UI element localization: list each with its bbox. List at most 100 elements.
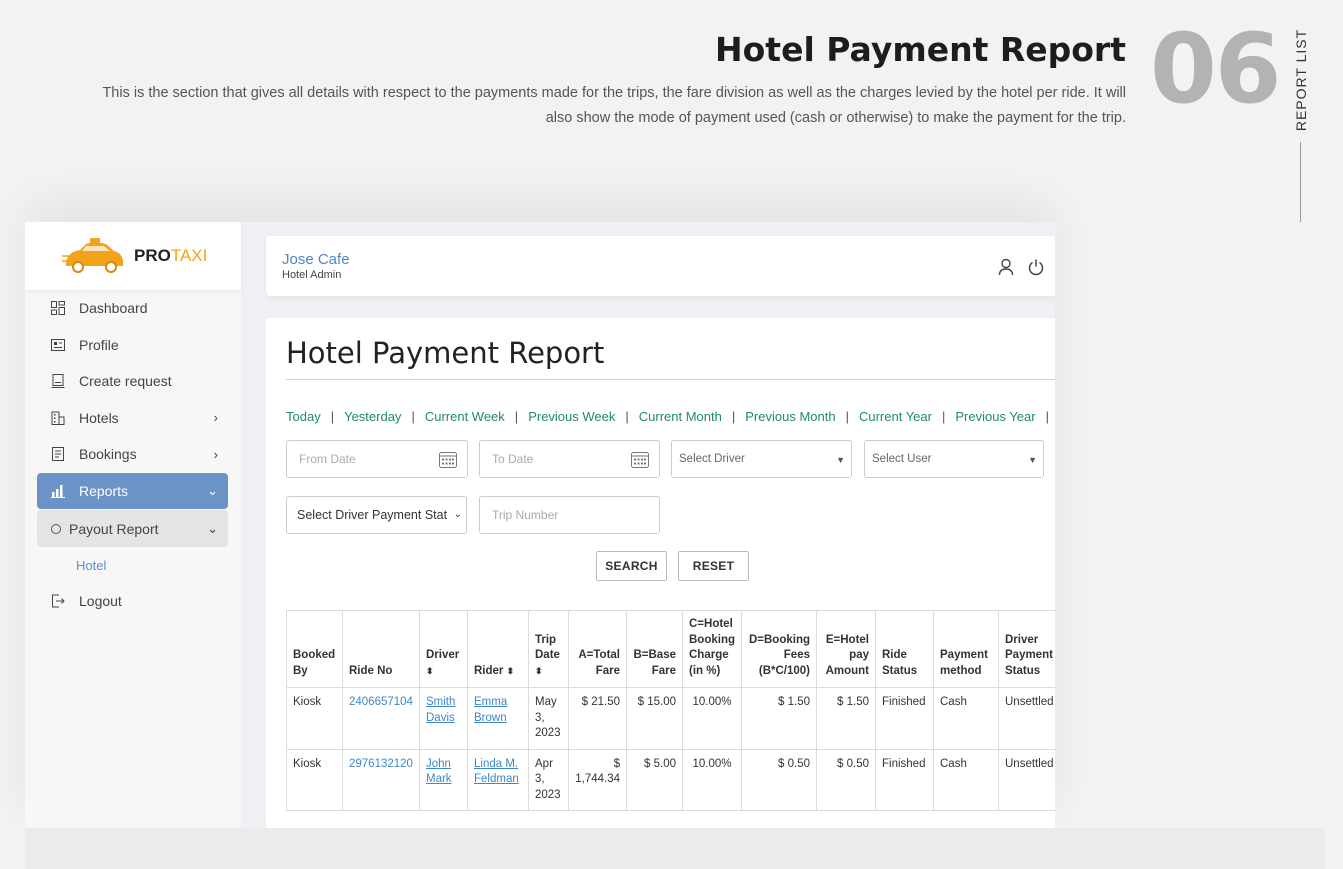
taxi-car-icon xyxy=(62,238,123,273)
sidebar-item-hotel[interactable]: Hotel xyxy=(37,547,228,583)
power-icon[interactable] xyxy=(1028,258,1044,276)
col-trip-date-label: Trip Date xyxy=(535,633,560,662)
filter-current-week[interactable]: Current Week xyxy=(425,409,505,424)
col-ride-status[interactable]: Ride Status xyxy=(875,610,934,688)
col-booking-fees[interactable]: D=Booking Fees (B*C/100) xyxy=(741,610,817,688)
cell-driver: Smith Davis xyxy=(419,687,468,750)
chevron-right-icon: › xyxy=(213,410,218,426)
sidebar: PROTAXI Dashboard Profile Create request… xyxy=(25,222,241,828)
col-pay-amount[interactable]: E=Hotel pay Amount xyxy=(816,610,876,688)
separator: | xyxy=(941,409,946,424)
top-bar: Jose Cafe Hotel Admin xyxy=(266,236,1055,296)
col-total-fare[interactable]: A=Total Fare xyxy=(568,610,627,688)
sidebar-item-create-request[interactable]: Create request xyxy=(37,363,228,400)
cell-booking-charge: 10.00% xyxy=(682,748,742,811)
profile-card-icon xyxy=(51,338,65,351)
ride-no-link[interactable]: 2976132120 xyxy=(342,748,420,811)
sidebar-item-bookings[interactable]: Bookings › xyxy=(37,436,228,473)
rider-link[interactable]: Linda M. Feldman xyxy=(474,758,519,786)
filter-current-month[interactable]: Current Month xyxy=(639,409,722,424)
rider-link[interactable]: Emma Brown xyxy=(474,696,507,724)
sidebar-item-label: Profile xyxy=(79,336,119,353)
payment-table: Booked By Ride No Driver ⬍ Rider ⬍ Trip D… xyxy=(286,610,1055,811)
cell-driver-payment-status: Unsettled xyxy=(998,748,1055,811)
sidebar-item-payout-report[interactable]: Payout Report ⌄ xyxy=(37,510,228,547)
to-date-field[interactable]: To Date xyxy=(479,440,660,478)
cell-payment-method: Cash xyxy=(933,748,999,811)
col-payment-method[interactable]: Payment method xyxy=(933,610,999,688)
separator: | xyxy=(330,409,335,424)
filter-previous-week[interactable]: Previous Week xyxy=(528,409,615,424)
divider xyxy=(286,379,1055,380)
caret-down-icon: ▼ xyxy=(1028,455,1037,465)
logo[interactable]: PROTAXI xyxy=(25,222,241,290)
table-header-row: Booked By Ride No Driver ⬍ Rider ⬍ Trip D… xyxy=(286,610,1055,688)
sidebar-item-hotels[interactable]: Hotels › xyxy=(37,400,228,437)
driver-select[interactable]: Select Driver ▼ xyxy=(671,440,852,478)
cell-pay-amount: $ 1.50 xyxy=(816,687,876,750)
create-request-icon xyxy=(51,374,65,389)
from-date-placeholder: From Date xyxy=(299,452,356,466)
driver-select-value: Select Driver xyxy=(679,453,745,465)
cell-booked-by: Kiosk xyxy=(286,748,343,811)
col-driver-payment-status[interactable]: Driver Payment Status xyxy=(998,610,1055,688)
calendar-icon[interactable] xyxy=(631,451,649,468)
cell-trip-date: Apr 3, 2023 xyxy=(528,748,569,811)
sidebar-item-profile[interactable]: Profile xyxy=(37,327,228,364)
filter-previous-year[interactable]: Previous Year xyxy=(955,409,1035,424)
col-rider[interactable]: Rider ⬍ xyxy=(467,610,529,688)
sidebar-nav: Dashboard Profile Create request Hotels … xyxy=(37,290,228,620)
reflection-strip xyxy=(25,828,1325,869)
search-button[interactable]: SEARCH xyxy=(596,551,667,581)
circle-icon xyxy=(51,523,61,534)
to-date-placeholder: To Date xyxy=(492,452,534,466)
section-label-text: REPORT LIST xyxy=(1293,28,1309,132)
report-card: Hotel Payment Report Today | Yesterday | C… xyxy=(266,318,1055,828)
user-select[interactable]: Select User ▼ xyxy=(864,440,1044,478)
reset-button[interactable]: RESET xyxy=(678,551,749,581)
sort-icon[interactable]: ⬍ xyxy=(535,666,543,676)
col-base-fare[interactable]: B=Base Fare xyxy=(626,610,683,688)
filter-today[interactable]: Today xyxy=(286,409,321,424)
ride-no-link[interactable]: 2406657104 xyxy=(342,687,420,750)
sidebar-item-label: Reports xyxy=(79,482,129,499)
filter-current-year[interactable]: Current Year xyxy=(859,409,932,424)
app-window: PROTAXI Dashboard Profile Create request… xyxy=(25,222,1055,828)
sort-icon[interactable]: ⬍ xyxy=(426,666,434,676)
col-driver[interactable]: Driver ⬍ xyxy=(419,610,468,688)
calendar-icon[interactable] xyxy=(439,451,457,468)
hotel-name: Jose Cafe xyxy=(282,251,350,268)
sidebar-item-dashboard[interactable]: Dashboard xyxy=(37,290,228,327)
separator: | xyxy=(845,409,849,424)
sidebar-item-label: Dashboard xyxy=(79,300,148,317)
sidebar-item-reports[interactable]: Reports ⌄ xyxy=(37,472,228,509)
payment-status-value: Select Driver Payment Stat xyxy=(297,508,448,522)
cell-total-fare: $ 1,744.34 xyxy=(568,748,627,811)
dashboard-icon xyxy=(51,301,65,316)
col-booking-charge[interactable]: C=Hotel Booking Charge (in %) xyxy=(682,610,742,688)
cell-total-fare: $ 21.50 xyxy=(568,687,627,750)
cell-pay-amount: $ 0.50 xyxy=(816,748,876,811)
sidebar-item-logout[interactable]: Logout xyxy=(37,583,228,620)
filter-previous-month[interactable]: Previous Month xyxy=(745,409,835,424)
quick-date-filters: Today | Yesterday | Current Week | Previous… xyxy=(286,409,1055,424)
chevron-right-icon: › xyxy=(213,446,218,462)
col-booked-by[interactable]: Booked By xyxy=(286,610,343,688)
trip-number-input[interactable]: Trip Number xyxy=(479,496,660,534)
user-icon[interactable] xyxy=(998,258,1014,276)
bar-chart-icon xyxy=(51,484,65,498)
col-ride-no[interactable]: Ride No xyxy=(342,610,420,688)
chevron-down-icon: ⌄ xyxy=(453,509,462,520)
table-row: Kiosk 2406657104 Smith Davis Emma Brown … xyxy=(286,687,1055,750)
driver-link[interactable]: John Mark xyxy=(426,758,452,786)
separator: | xyxy=(731,409,736,424)
filter-yesterday[interactable]: Yesterday xyxy=(344,409,401,424)
separator: | xyxy=(411,409,415,424)
divider-line xyxy=(1300,142,1301,222)
sort-icon[interactable]: ⬍ xyxy=(507,666,515,676)
col-trip-date[interactable]: Trip Date ⬍ xyxy=(528,610,569,688)
driver-link[interactable]: Smith Davis xyxy=(426,696,455,724)
from-date-field[interactable]: From Date xyxy=(286,440,468,478)
driver-payment-status-select[interactable]: Select Driver Payment Stat ⌄ xyxy=(286,496,467,534)
bookings-icon xyxy=(52,447,64,462)
